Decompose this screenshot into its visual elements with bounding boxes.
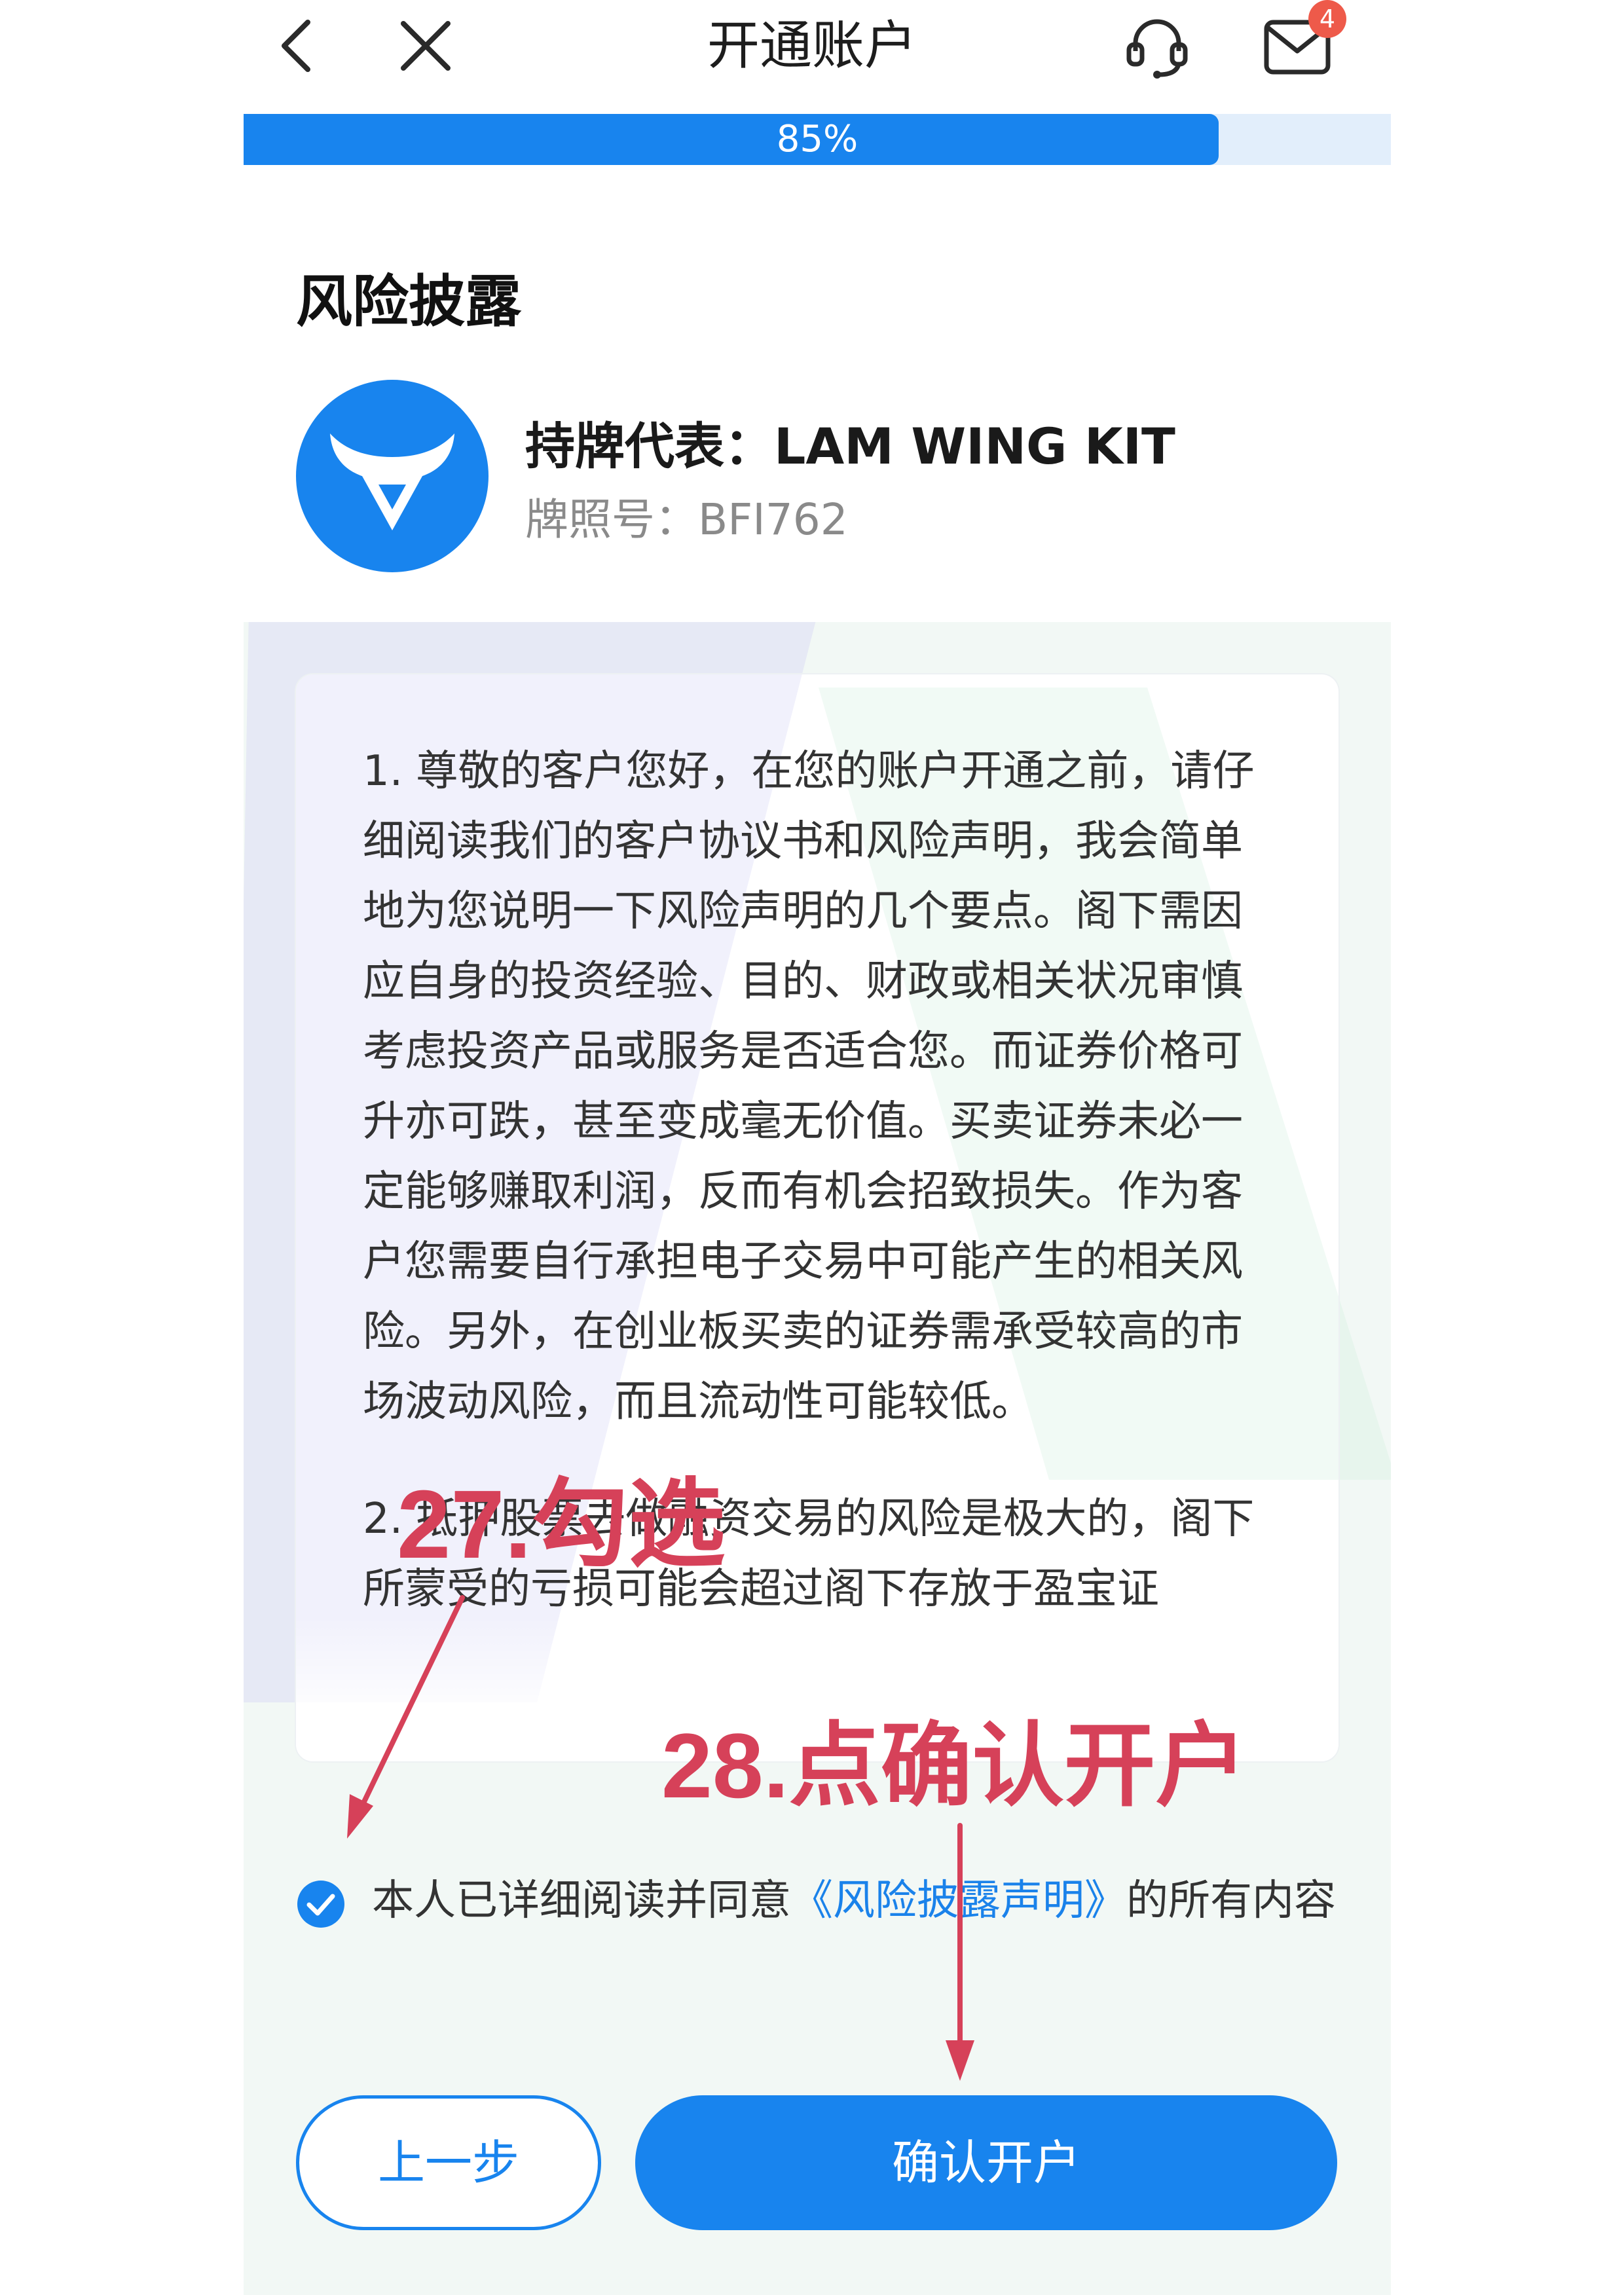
annotation-arrows — [347, 1595, 974, 2081]
arrow-to-checkbox — [359, 1595, 465, 1810]
arrow-head-confirm — [946, 2040, 974, 2081]
arrow-head-checkbox — [347, 1794, 373, 1839]
